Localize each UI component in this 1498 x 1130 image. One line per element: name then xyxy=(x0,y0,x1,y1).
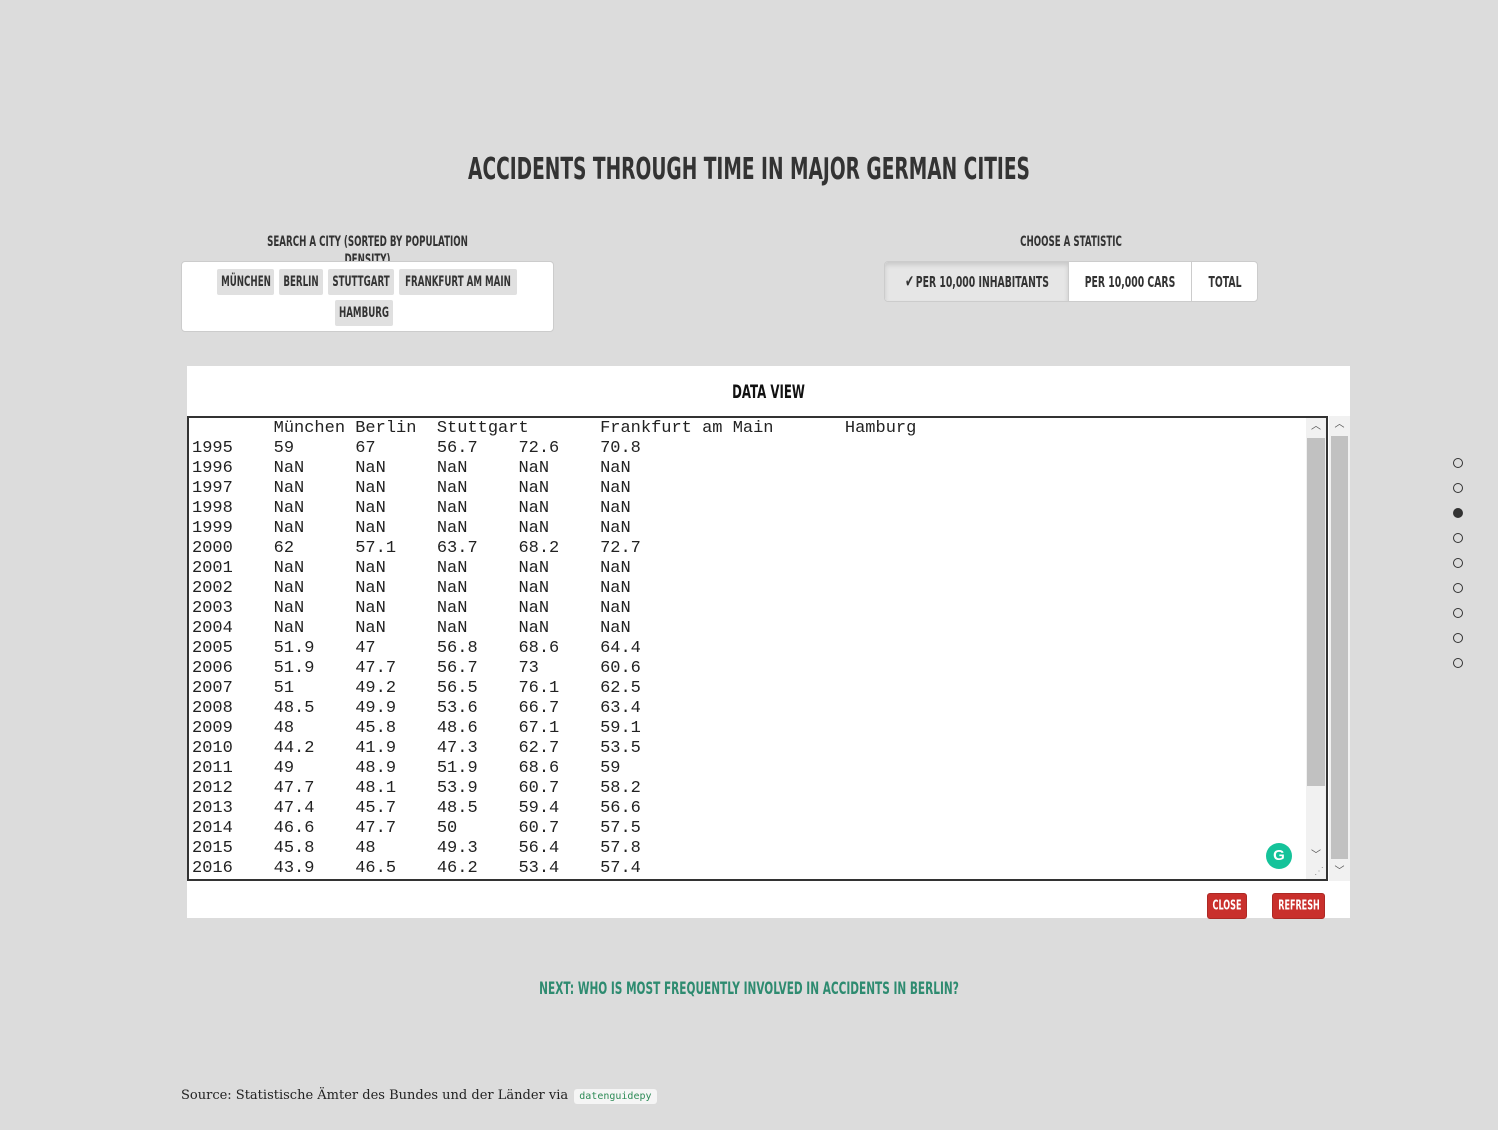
scroll-down-icon[interactable]: ﹀ xyxy=(1306,847,1326,865)
nav-dot[interactable] xyxy=(1453,483,1463,493)
data-textarea[interactable]: München Berlin Stuttgart Frankfurt am Ma… xyxy=(187,416,1328,881)
stat-option-label: Per 10,000 inhabitants xyxy=(915,272,1049,291)
next-section-link[interactable]: Next: Who is most frequently involved in… xyxy=(285,978,1214,1000)
city-selector[interactable]: München Berlin Stuttgart Frankfurt am Ma… xyxy=(181,261,554,332)
stat-per-inhabitants-button[interactable]: ✔ Per 10,000 inhabitants xyxy=(885,262,1070,301)
panel-scrollbar[interactable]: ︿ ﹀ xyxy=(1329,416,1350,881)
scroll-up-icon[interactable]: ︿ xyxy=(1306,418,1326,436)
refresh-button-label: Refresh xyxy=(1277,898,1320,914)
city-tag-label: München xyxy=(220,274,271,290)
source-note: Source: Statistische Ämter des Bundes un… xyxy=(181,1087,657,1106)
stat-option-label: Per 10,000 cars xyxy=(1084,272,1176,291)
nav-dot[interactable] xyxy=(1453,608,1463,618)
data-view-panel: Data View München Berlin Stuttgart Frank… xyxy=(187,366,1350,919)
check-icon: ✔ xyxy=(904,271,914,292)
textarea-scrollbar[interactable]: ︿ ﹀ xyxy=(1306,418,1326,879)
city-tag-label: Frankfurt am Main xyxy=(405,274,511,290)
nav-dot[interactable] xyxy=(1453,658,1463,668)
city-tag-hamburg[interactable]: Hamburg xyxy=(335,300,393,326)
close-button-label: Close xyxy=(1212,898,1242,914)
city-tag-stuttgart[interactable]: Stuttgart xyxy=(328,269,394,295)
nav-dot[interactable] xyxy=(1453,583,1463,593)
city-tag-label: Hamburg xyxy=(338,305,390,321)
section-nav-dots xyxy=(1453,458,1465,683)
nav-dot[interactable] xyxy=(1453,508,1463,518)
city-tag-label: Stuttgart xyxy=(332,274,390,290)
scroll-up-icon[interactable]: ︿ xyxy=(1329,416,1350,434)
statistic-button-group: ✔ Per 10,000 inhabitants Per 10,000 cars … xyxy=(884,261,1258,302)
refresh-button[interactable]: Refresh xyxy=(1272,893,1325,919)
nav-dot[interactable] xyxy=(1453,558,1463,568)
scrollbar-thumb[interactable] xyxy=(1307,438,1325,786)
city-tag-berlin[interactable]: Berlin xyxy=(279,269,323,295)
statistic-label: Choose a statistic xyxy=(1020,234,1122,250)
city-tag-label: Berlin xyxy=(283,274,319,290)
grammarly-icon[interactable]: G xyxy=(1266,843,1292,869)
page-title: Accidents through time in major German c… xyxy=(468,152,1030,187)
scroll-down-icon[interactable]: ﹀ xyxy=(1329,863,1350,881)
stat-per-inhabitants-label: ✔ Per 10,000 inhabitants xyxy=(905,272,1049,292)
stat-option-label: Total xyxy=(1208,272,1242,291)
nav-dot[interactable] xyxy=(1453,458,1463,468)
source-code[interactable]: datenguidepy xyxy=(574,1089,657,1104)
nav-dot[interactable] xyxy=(1453,633,1463,643)
close-button[interactable]: Close xyxy=(1207,893,1247,919)
resize-grip-icon[interactable]: ⋰ xyxy=(1313,866,1325,878)
city-tag-frankfurt[interactable]: Frankfurt am Main xyxy=(399,269,517,295)
data-view-title: Data View xyxy=(732,381,805,403)
nav-dot[interactable] xyxy=(1453,533,1463,543)
stat-per-cars-button[interactable]: Per 10,000 cars xyxy=(1069,262,1193,301)
data-table-text: München Berlin Stuttgart Frankfurt am Ma… xyxy=(192,419,917,878)
stat-total-button[interactable]: Total xyxy=(1192,262,1257,301)
city-tag-muenchen[interactable]: München xyxy=(217,269,274,295)
source-text: Source: Statistische Ämter des Bundes un… xyxy=(181,1088,569,1103)
scrollbar-thumb[interactable] xyxy=(1331,436,1348,859)
